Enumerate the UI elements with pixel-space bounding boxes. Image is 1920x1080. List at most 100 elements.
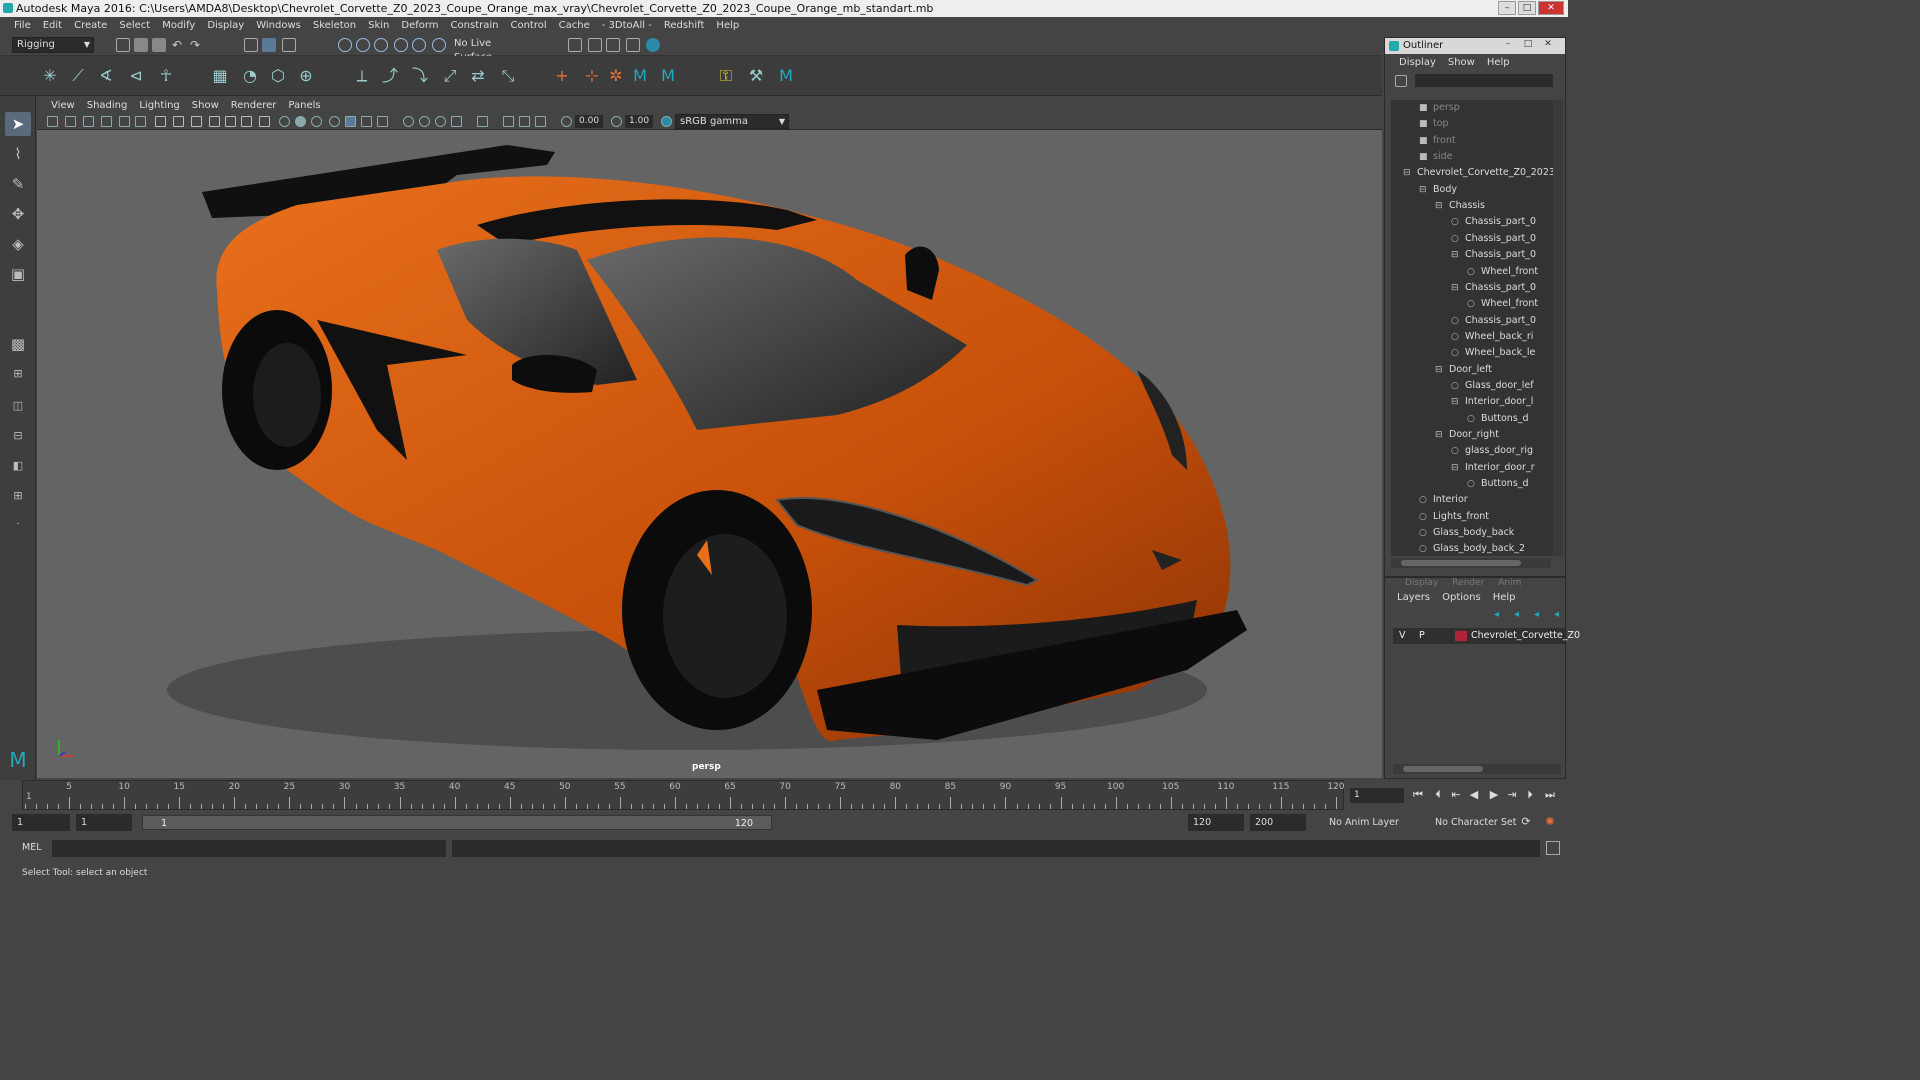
menu-display[interactable]: Display bbox=[201, 17, 250, 34]
layer-menu-options[interactable]: Options bbox=[1436, 590, 1487, 606]
render-settings-icon[interactable] bbox=[568, 38, 582, 52]
persp-graph-icon[interactable]: ◧ bbox=[5, 454, 31, 478]
set-key-icon[interactable]: ⚿ bbox=[716, 66, 736, 86]
panel-menu-renderer[interactable]: Renderer bbox=[225, 99, 283, 113]
paint-select-icon[interactable]: ✎ bbox=[5, 172, 31, 196]
snap-point-icon[interactable] bbox=[374, 38, 388, 52]
render-view-icon[interactable] bbox=[626, 38, 640, 52]
bind-skin-icon[interactable]: ⟂ bbox=[352, 66, 372, 86]
camera-icon[interactable] bbox=[47, 116, 58, 127]
step-back-frame-icon[interactable]: ⏴ bbox=[1430, 787, 1446, 803]
time-ruler[interactable]: 1 5 10 15 20 25 30 35 40 45 50 55 60 65 70 75 80 85 90 95 1… bbox=[22, 780, 1345, 810]
xray-components-icon[interactable] bbox=[519, 116, 530, 127]
motion-blur-icon[interactable] bbox=[403, 116, 414, 127]
menu-redshift[interactable]: Redshift bbox=[658, 17, 711, 34]
use-lights-icon[interactable] bbox=[345, 116, 356, 127]
orient-constraint-icon[interactable]: ✲ bbox=[606, 66, 626, 86]
menu-windows[interactable]: Windows bbox=[250, 17, 307, 34]
step-back-key-icon[interactable]: ⇤ bbox=[1448, 787, 1464, 803]
anim-prefs-icon[interactable]: ✺ bbox=[1542, 814, 1558, 830]
step-forward-frame-icon[interactable]: ⏵ bbox=[1522, 787, 1538, 803]
ipr-render-icon[interactable] bbox=[606, 38, 620, 52]
anim-layer-dropdown[interactable]: No Anim Layer bbox=[1324, 814, 1426, 831]
single-view-icon[interactable]: ▩ bbox=[5, 332, 31, 356]
xray-joints-icon[interactable] bbox=[503, 116, 514, 127]
collapse-icon[interactable]: ⊟ bbox=[1451, 280, 1463, 296]
cmd-language-label[interactable]: MEL bbox=[22, 842, 42, 853]
display-layer-row[interactable]: V P Chevrolet_Corvette_Z0 bbox=[1393, 628, 1580, 644]
auto-key-icon[interactable]: ⟳ bbox=[1518, 814, 1534, 830]
collapse-icon[interactable]: ⊟ bbox=[1435, 427, 1447, 443]
snap-grid-icon[interactable] bbox=[338, 38, 352, 52]
playback-end-field[interactable]: 120 bbox=[1188, 814, 1244, 831]
layer-tab-display[interactable]: Display bbox=[1405, 578, 1438, 590]
colorspace-dropdown[interactable]: sRGB gamma ▼ bbox=[675, 114, 789, 129]
panel-menu-show[interactable]: Show bbox=[186, 99, 225, 113]
collapse-icon[interactable]: ⊟ bbox=[1451, 460, 1463, 476]
outliner-row[interactable]: ⊟ Door_right bbox=[1435, 427, 1499, 443]
outliner-menu-help[interactable]: Help bbox=[1481, 54, 1516, 72]
go-to-end-icon[interactable]: ⏭ bbox=[1542, 787, 1558, 803]
menu-3dtoall[interactable]: - 3DtoAll - bbox=[596, 17, 658, 34]
ambient-occlusion-icon[interactable] bbox=[377, 116, 388, 127]
outliner-row[interactable]: ○ Buttons_d bbox=[1467, 476, 1529, 492]
playback-start-field[interactable]: 1 bbox=[76, 814, 132, 831]
menu-create[interactable]: Create bbox=[68, 17, 113, 34]
rotate-tool-icon[interactable]: ◈ bbox=[5, 232, 31, 256]
outliner-camera-row[interactable]: ■ top bbox=[1419, 116, 1449, 132]
maya-m-icon[interactable]: M bbox=[630, 66, 650, 86]
outliner-row[interactable]: ○ glass_door_rig bbox=[1451, 443, 1533, 459]
layer-tab-render[interactable]: Render bbox=[1452, 578, 1484, 590]
backface-icon[interactable] bbox=[535, 116, 546, 127]
outliner-camera-row[interactable]: ■ front bbox=[1419, 133, 1456, 149]
graph-editor-icon[interactable]: ⚒ bbox=[746, 66, 766, 86]
xray-icon[interactable] bbox=[477, 116, 488, 127]
menu-constrain[interactable]: Constrain bbox=[445, 17, 505, 34]
new-scene-icon[interactable] bbox=[116, 38, 130, 52]
maximize-button[interactable]: □ bbox=[1519, 38, 1537, 52]
persp-outliner-icon[interactable]: ⊟ bbox=[5, 424, 31, 448]
select-hierarchy-icon[interactable] bbox=[244, 38, 258, 52]
snap-vertex-icon[interactable] bbox=[432, 38, 446, 52]
gamma-icon[interactable] bbox=[611, 116, 622, 127]
maya-m2-icon[interactable]: M bbox=[658, 66, 678, 86]
outliner-menu-display[interactable]: Display bbox=[1393, 54, 1442, 72]
new-layer-selected-icon[interactable]: ◂ bbox=[1554, 609, 1559, 620]
layer-color-swatch[interactable] bbox=[1455, 631, 1467, 641]
outliner-row[interactable]: ⊟ Door_left bbox=[1435, 362, 1492, 378]
panel-menu-lighting[interactable]: Lighting bbox=[133, 99, 185, 113]
close-button[interactable]: ✕ bbox=[1539, 38, 1557, 52]
smooth-shade-icon[interactable] bbox=[295, 116, 306, 127]
wireframe-icon[interactable] bbox=[279, 116, 290, 127]
ik-handle-icon[interactable]: ⟋ bbox=[68, 66, 88, 86]
layer-scrollbar[interactable] bbox=[1393, 764, 1561, 774]
layer-down-icon[interactable]: ◂ bbox=[1514, 609, 1519, 620]
copy-weights-icon[interactable]: ⤡ bbox=[498, 66, 518, 86]
gamma-field[interactable]: 1.00 bbox=[625, 115, 653, 128]
outliner-row[interactable]: ○ Glass_body_back bbox=[1419, 525, 1514, 541]
antialias-icon[interactable] bbox=[419, 116, 430, 127]
mirror-weights-icon[interactable]: ⇄ bbox=[468, 66, 488, 86]
snap-curve-icon[interactable] bbox=[356, 38, 370, 52]
outliner-row[interactable]: ○ Chassis_part_0 bbox=[1451, 313, 1536, 329]
snap-view-icon[interactable] bbox=[394, 38, 408, 52]
playback-range-bar[interactable]: 1 120 bbox=[142, 815, 772, 830]
field-chart-icon[interactable] bbox=[225, 116, 236, 127]
collapse-icon[interactable]: ⊟ bbox=[1451, 394, 1463, 410]
go-to-start-icon[interactable]: ⏮ bbox=[1410, 787, 1426, 803]
ik-spline-icon[interactable]: ∢ bbox=[96, 66, 116, 86]
menu-skeleton[interactable]: Skeleton bbox=[307, 17, 362, 34]
menu-control[interactable]: Control bbox=[504, 17, 552, 34]
select-object-icon[interactable] bbox=[262, 38, 276, 52]
character-set-dropdown[interactable]: No Character Set bbox=[1430, 814, 1518, 831]
interactive-bind-icon[interactable]: ⤵ bbox=[410, 66, 430, 86]
outliner-row[interactable]: ○ Wheel_front bbox=[1467, 264, 1538, 280]
command-input[interactable] bbox=[52, 840, 446, 857]
maximize-button[interactable]: □ bbox=[1518, 1, 1536, 15]
open-scene-icon[interactable] bbox=[134, 38, 148, 52]
outliner-row[interactable]: ⊟ Interior_door_l bbox=[1451, 394, 1533, 410]
script-editor-icon[interactable] bbox=[1546, 841, 1560, 855]
outliner-row[interactable]: ○ Interior bbox=[1419, 492, 1468, 508]
anim-end-field[interactable]: 200 bbox=[1250, 814, 1306, 831]
lasso-tool-icon[interactable]: ⌇ bbox=[5, 142, 31, 166]
